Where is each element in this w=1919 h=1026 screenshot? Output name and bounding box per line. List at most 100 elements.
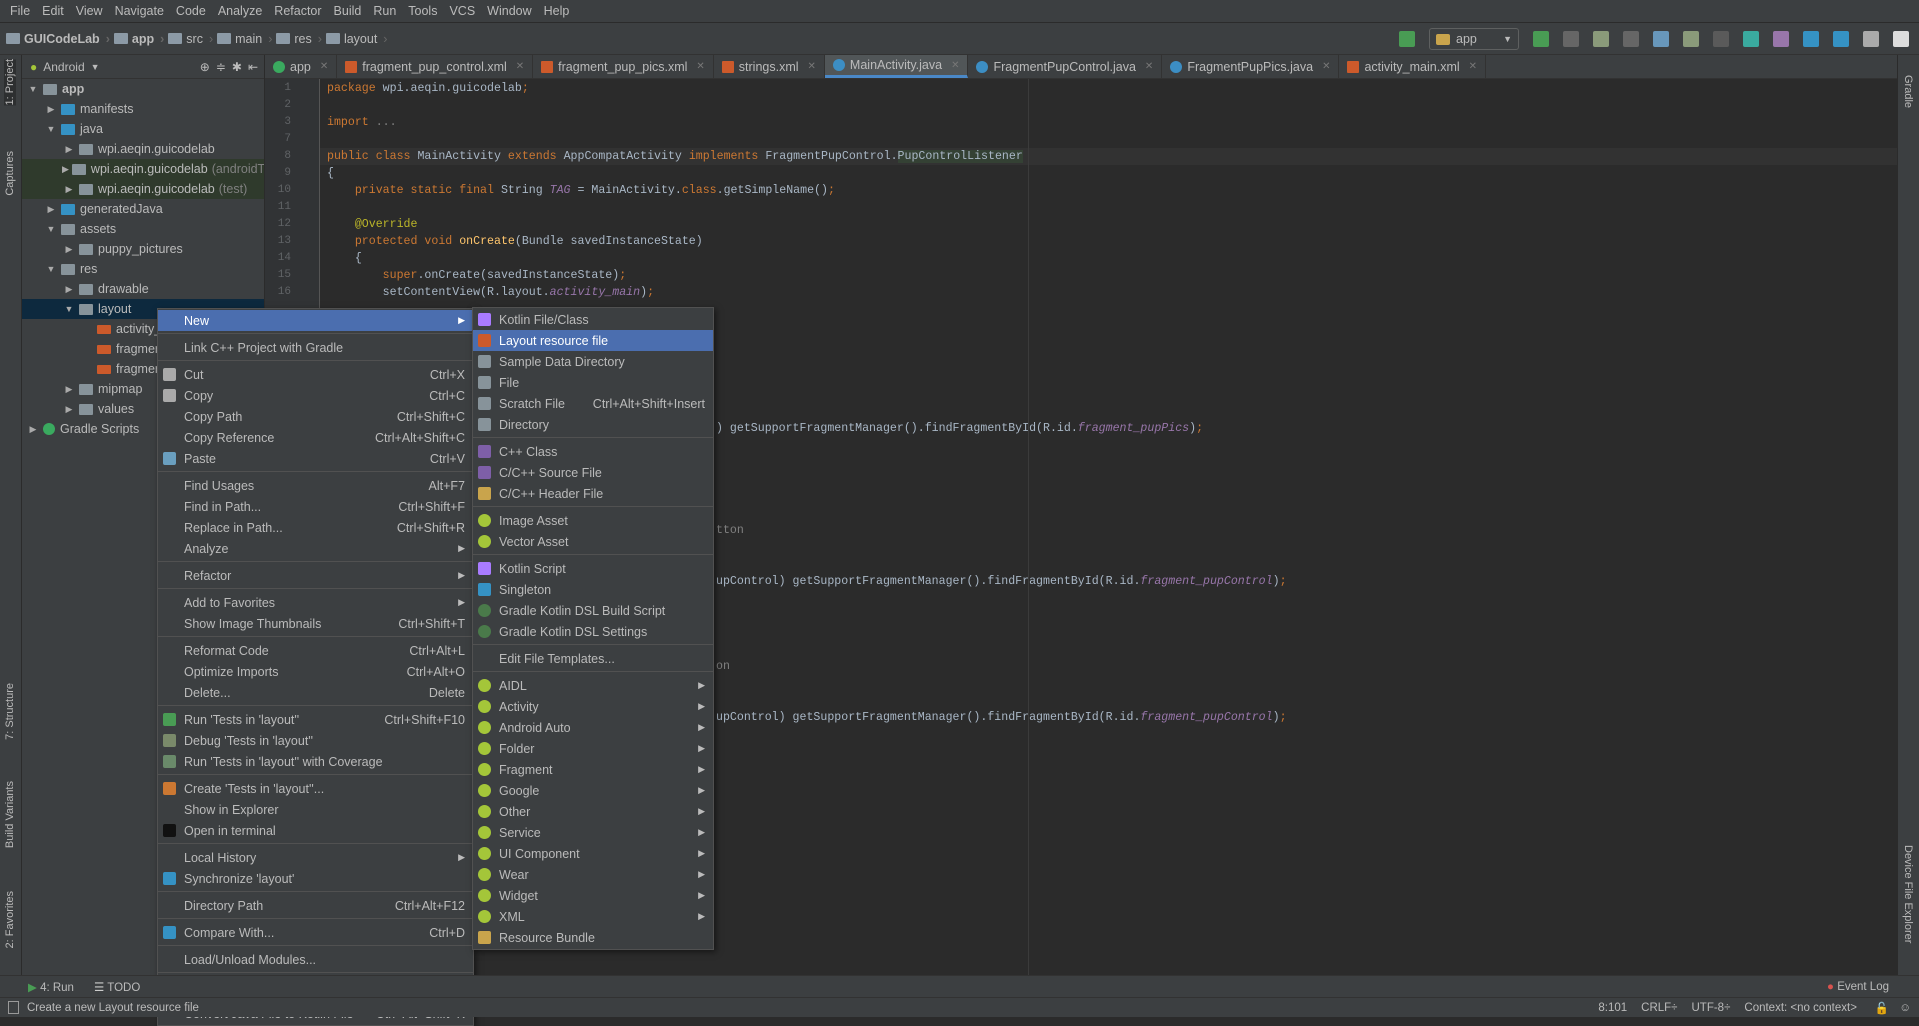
menu-item-find-in-path[interactable]: Find in Path... Ctrl+Shift+F (158, 496, 473, 517)
expanded-arrow-icon[interactable]: ▼ (62, 304, 76, 314)
menu-item-copy-path[interactable]: Copy Path Ctrl+Shift+C (158, 406, 473, 427)
tab-strings-xml[interactable]: strings.xml ✕ (714, 55, 825, 78)
menu-item-wear[interactable]: Wear ▶ (473, 864, 713, 885)
gear-icon[interactable]: ✱ (232, 60, 242, 74)
menu-item-show-image-thumbnails[interactable]: Show Image Thumbnails Ctrl+Shift+T (158, 613, 473, 634)
tab-mainactivity-java[interactable]: MainActivity.java ✕ (824, 55, 969, 78)
user-icon[interactable] (1893, 31, 1909, 47)
collapsed-arrow-icon[interactable]: ▶ (44, 204, 58, 215)
avd-manager-icon[interactable] (1773, 31, 1789, 47)
tree-item-java[interactable]: ▼ java (22, 119, 264, 139)
menu-item-paste[interactable]: Paste Ctrl+V (158, 448, 473, 469)
menu-item-debug-tests-in-layout[interactable]: Debug 'Tests in 'layout'' (158, 730, 473, 751)
run-tool-button[interactable]: ▶ 4: Run (28, 980, 74, 994)
close-icon[interactable]: ✕ (951, 60, 959, 71)
menu-item-c-c-header-file[interactable]: C/C++ Header File (473, 483, 713, 504)
collapsed-arrow-icon[interactable]: ▶ (26, 424, 40, 435)
tab-fragmentpuppics-java[interactable]: FragmentPupPics.java ✕ (1162, 55, 1340, 78)
tree-item-drawable[interactable]: ▶ drawable (22, 279, 264, 299)
menu-item-directory-path[interactable]: Directory Path Ctrl+Alt+F12 (158, 895, 473, 916)
close-icon[interactable]: ✕ (1145, 61, 1153, 72)
event-log-button[interactable]: ● Event Log (1827, 981, 1889, 993)
tree-item-manifests[interactable]: ▶ manifests (22, 99, 264, 119)
coverage-icon[interactable] (1623, 31, 1639, 47)
menu-item-edit-file-templates[interactable]: Edit File Templates... (473, 648, 713, 669)
tab-app[interactable]: app ✕ (265, 55, 338, 78)
expanded-arrow-icon[interactable]: ▼ (26, 84, 40, 94)
menu-item-delete[interactable]: Delete... Delete (158, 682, 473, 703)
locate-icon[interactable]: ⊕ (200, 60, 210, 74)
tool-window-toggle-icon[interactable] (8, 1001, 19, 1014)
line-separator[interactable]: CRLF÷ (1641, 1002, 1677, 1014)
tool-window-device-file-explorer[interactable]: Device File Explorer (1902, 845, 1914, 943)
menu-item-copy[interactable]: Copy Ctrl+C (158, 385, 473, 406)
tab-fragment-pup-control-xml[interactable]: fragment_pup_control.xml ✕ (337, 55, 534, 78)
menu-navigate[interactable]: Navigate (109, 4, 170, 18)
apply-changes-icon[interactable] (1563, 31, 1579, 47)
menu-item-folder[interactable]: Folder ▶ (473, 738, 713, 759)
tool-window--structure[interactable]: 7: Structure (4, 683, 16, 740)
run-icon[interactable] (1533, 31, 1549, 47)
expanded-arrow-icon[interactable]: ▼ (44, 124, 58, 134)
sync-gradle-icon[interactable] (1743, 31, 1759, 47)
chevron-down-icon[interactable]: ▼ (91, 62, 100, 72)
menu-item-resource-bundle[interactable]: Resource Bundle (473, 927, 713, 948)
menu-file[interactable]: File (4, 4, 36, 18)
menu-item-optimize-imports[interactable]: Optimize Imports Ctrl+Alt+O (158, 661, 473, 682)
menu-item-new[interactable]: New ▶ (158, 310, 473, 331)
breadcrumb-item[interactable]: app › (113, 32, 164, 46)
menu-item-compare-with[interactable]: Compare With... Ctrl+D (158, 922, 473, 943)
menu-item-run-tests-in-layout-with-coverage[interactable]: Run 'Tests in 'layout'' with Coverage (158, 751, 473, 772)
menu-view[interactable]: View (70, 4, 109, 18)
file-encoding[interactable]: UTF-8÷ (1691, 1002, 1730, 1014)
inspector-icon[interactable]: ☺ (1899, 1002, 1911, 1014)
menu-item-ui-component[interactable]: UI Component ▶ (473, 843, 713, 864)
tool-window-captures[interactable]: Captures (4, 151, 16, 196)
menu-item-c-c-source-file[interactable]: C/C++ Source File (473, 462, 713, 483)
tool-window-gradle[interactable]: Gradle (1902, 75, 1914, 108)
collapse-all-icon[interactable]: ≑ (216, 60, 226, 74)
menu-item-open-in-terminal[interactable]: Open in terminal (158, 820, 473, 841)
close-icon[interactable]: ✕ (516, 61, 524, 72)
stop-icon[interactable] (1713, 31, 1729, 47)
menu-item-service[interactable]: Service ▶ (473, 822, 713, 843)
menu-item-fragment[interactable]: Fragment ▶ (473, 759, 713, 780)
tool-window--favorites[interactable]: 2: Favorites (4, 891, 16, 948)
tree-item-puppy-pictures[interactable]: ▶ puppy_pictures (22, 239, 264, 259)
menu-item-kotlin-script[interactable]: Kotlin Script (473, 558, 713, 579)
project-view-selector[interactable]: Android (43, 60, 84, 74)
menu-item-sample-data-directory[interactable]: Sample Data Directory (473, 351, 713, 372)
menu-item-find-usages[interactable]: Find Usages Alt+F7 (158, 475, 473, 496)
hide-panel-icon[interactable]: ⇤ (248, 60, 258, 74)
tab-fragmentpupcontrol-java[interactable]: FragmentPupControl.java ✕ (968, 55, 1163, 78)
menu-item-cut[interactable]: Cut Ctrl+X (158, 364, 473, 385)
collapsed-arrow-icon[interactable]: ▶ (44, 104, 58, 115)
breadcrumb-item[interactable]: GUICodeLab › (6, 32, 110, 46)
tree-item-wpi-aeqin-guicodelab[interactable]: ▶ wpi.aeqin.guicodelab (22, 139, 264, 159)
breadcrumb-item[interactable]: layout › (325, 32, 387, 46)
tree-item-generatedjava[interactable]: ▶ generatedJava (22, 199, 264, 219)
todo-tool-button[interactable]: ☰ TODO (94, 980, 140, 994)
close-icon[interactable]: ✕ (320, 61, 328, 72)
menu-item-gradle-kotlin-dsl-build-script[interactable]: Gradle Kotlin DSL Build Script (473, 600, 713, 621)
menu-item-refactor[interactable]: Refactor ▶ (158, 565, 473, 586)
menu-item-copy-reference[interactable]: Copy Reference Ctrl+Alt+Shift+C (158, 427, 473, 448)
menu-item-aidl[interactable]: AIDL ▶ (473, 675, 713, 696)
caret-position[interactable]: 8:101 (1598, 1002, 1627, 1014)
lock-icon[interactable]: 🔓 (1875, 1001, 1889, 1015)
tab-activity-main-xml[interactable]: activity_main.xml ✕ (1339, 55, 1487, 78)
menu-item-google[interactable]: Google ▶ (473, 780, 713, 801)
menu-item-scratch-file[interactable]: Scratch File Ctrl+Alt+Shift+Insert (473, 393, 713, 414)
menu-item-load-unload-modules[interactable]: Load/Unload Modules... (158, 949, 473, 970)
tree-item-res[interactable]: ▼ res (22, 259, 264, 279)
expanded-arrow-icon[interactable]: ▼ (44, 264, 58, 274)
tree-item-wpi-aeqin-guicodelab[interactable]: ▶ wpi.aeqin.guicodelab(androidTest) (22, 159, 264, 179)
menu-code[interactable]: Code (170, 4, 212, 18)
menu-item-replace-in-path[interactable]: Replace in Path... Ctrl+Shift+R (158, 517, 473, 538)
menu-item-show-in-explorer[interactable]: Show in Explorer (158, 799, 473, 820)
menu-item-activity[interactable]: Activity ▶ (473, 696, 713, 717)
collapsed-arrow-icon[interactable]: ▶ (62, 184, 76, 195)
menu-item-reformat-code[interactable]: Reformat Code Ctrl+Alt+L (158, 640, 473, 661)
close-icon[interactable]: ✕ (1322, 61, 1330, 72)
menu-item-analyze[interactable]: Analyze ▶ (158, 538, 473, 559)
